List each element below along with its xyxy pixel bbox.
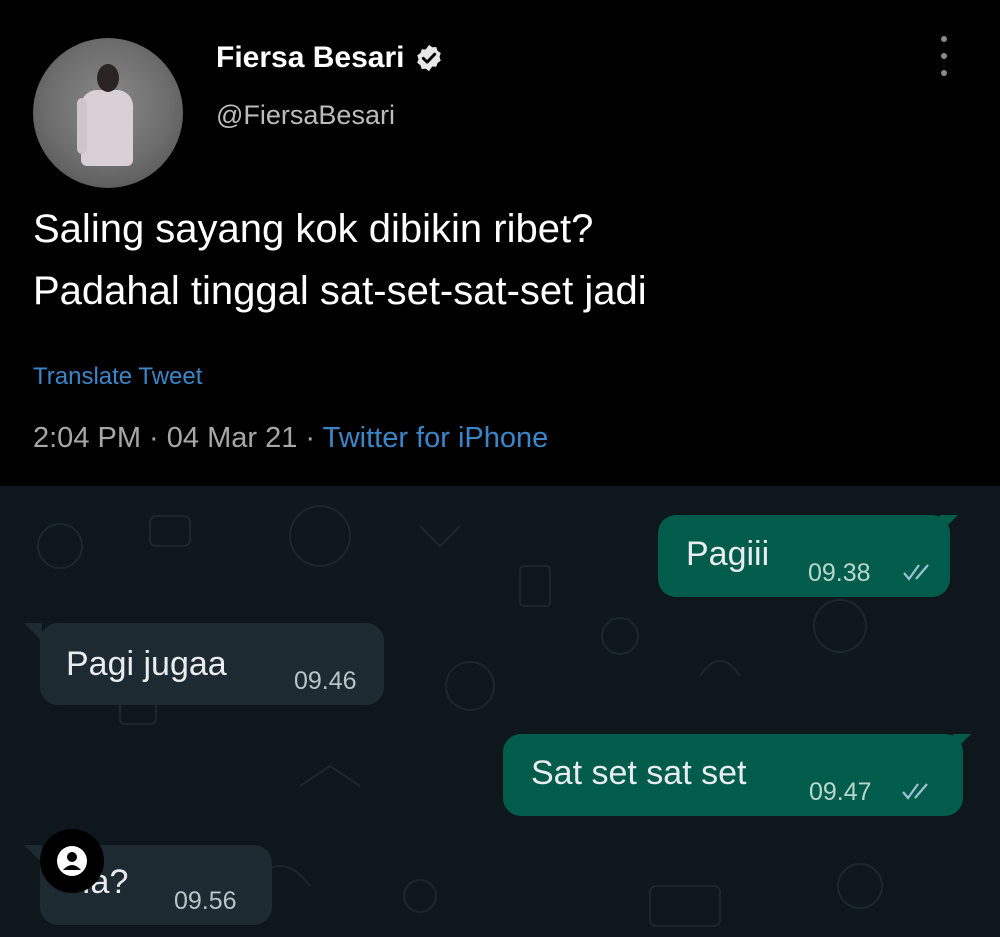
chat-message-incoming[interactable]: Pagi jugaa 09.46 bbox=[40, 623, 384, 705]
avatar-figure-body bbox=[81, 90, 133, 166]
author-avatar[interactable] bbox=[33, 38, 183, 188]
verified-badge-icon bbox=[417, 44, 442, 72]
bubble-tail bbox=[24, 623, 42, 641]
profile-user-glyph bbox=[57, 846, 87, 876]
translate-tweet-link[interactable]: Translate Tweet bbox=[33, 363, 202, 391]
message-time: 09.38 bbox=[808, 559, 871, 587]
chat-screenshot: Pagiii 09.38 Pagi jugaa 09.46 Sat set sa… bbox=[0, 486, 1000, 937]
author-name-row: Fiersa Besari bbox=[216, 38, 444, 78]
chat-message-outgoing[interactable]: Pagiii 09.38 bbox=[658, 515, 950, 597]
double-check-icon bbox=[902, 783, 928, 800]
avatar-figure-head bbox=[97, 64, 119, 92]
message-time: 09.47 bbox=[809, 778, 872, 806]
tweet-text: Saling sayang kok dibikin ribet? Padahal… bbox=[33, 198, 963, 322]
more-vertical-icon[interactable] bbox=[934, 36, 954, 76]
tweet-timestamp: 2:04 PM · 04 Mar 21 · bbox=[33, 422, 323, 454]
tweet-card: Fiersa Besari @FiersaBesari Saling sayan… bbox=[0, 0, 1000, 486]
tweet-text-line-1: Saling sayang kok dibikin ribet? bbox=[33, 207, 594, 251]
message-text: Sat set sat set bbox=[531, 754, 747, 792]
chat-message-outgoing[interactable]: Sat set sat set 09.47 bbox=[503, 734, 963, 816]
avatar-figure-arm bbox=[77, 98, 87, 154]
tweet-meta: 2:04 PM · 04 Mar 21 · Twitter for iPhone bbox=[33, 422, 548, 455]
tweet-text-line-2: Padahal tinggal sat-set-sat-set jadi bbox=[33, 269, 647, 313]
profile-user-icon[interactable] bbox=[40, 829, 104, 893]
author-name[interactable]: Fiersa Besari bbox=[216, 41, 404, 75]
bubble-tail bbox=[953, 734, 971, 752]
message-text: Pagiii bbox=[686, 535, 770, 573]
message-time: 09.56 bbox=[174, 887, 237, 915]
double-check-icon bbox=[903, 564, 929, 581]
author-handle[interactable]: @FiersaBesari bbox=[216, 100, 395, 131]
tweet-source-link[interactable]: Twitter for iPhone bbox=[323, 422, 549, 454]
message-time: 09.46 bbox=[294, 667, 357, 695]
bubble-tail bbox=[940, 515, 958, 533]
message-text: Pagi jugaa bbox=[66, 645, 227, 683]
